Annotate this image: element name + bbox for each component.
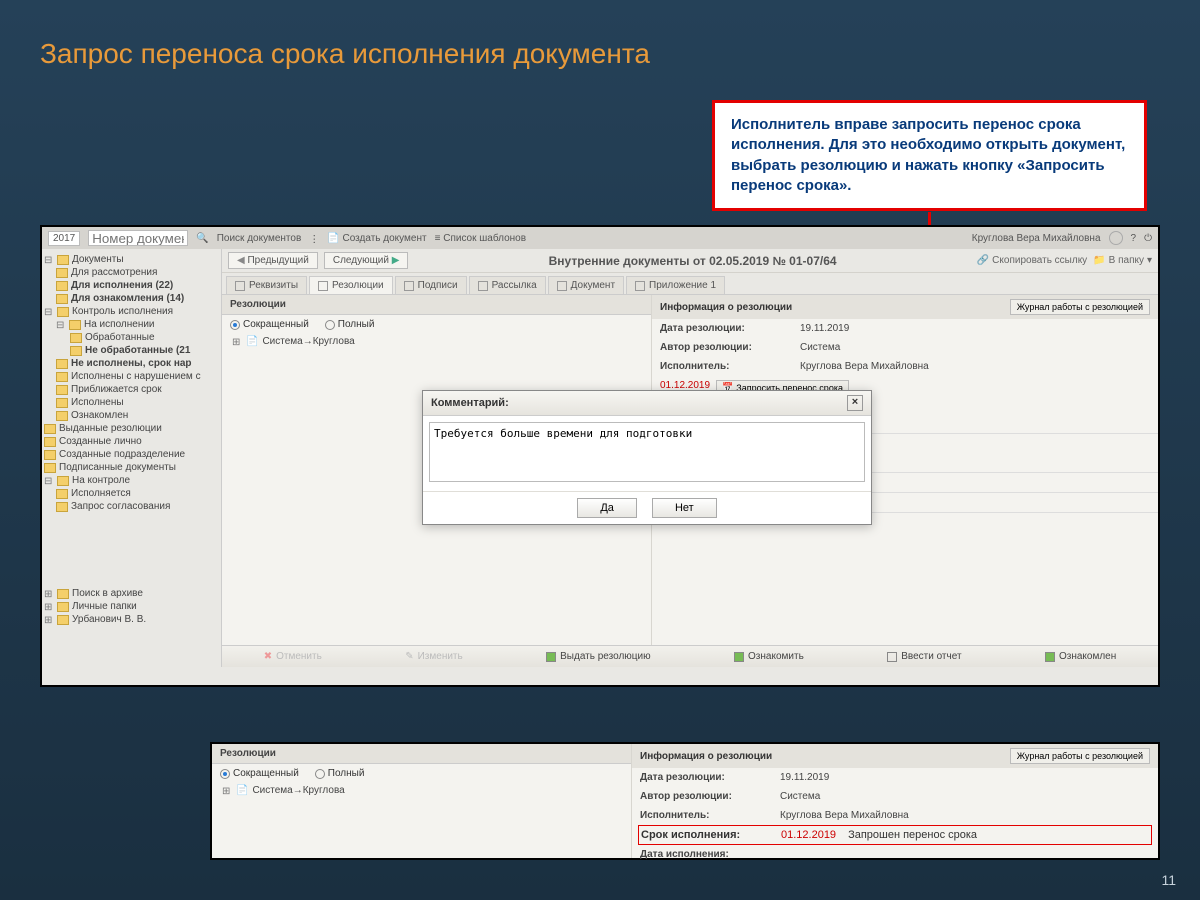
doc-number-input[interactable] [88, 230, 188, 246]
author-label-2: Автор резолюции: [640, 791, 780, 802]
deadline-highlight: Срок исполнения: 01.12.2019 Запрошен пер… [638, 825, 1152, 845]
view-short-radio[interactable]: Сокращенный [230, 319, 309, 330]
exec-date-label: Дата исполнения: [640, 849, 780, 860]
author-label: Автор резолюции: [660, 342, 800, 353]
comment-textarea[interactable] [429, 422, 865, 482]
app-window: 2017 🔍 Поиск документов ︙ 📄 Создать доку… [40, 225, 1160, 687]
acquainted-action[interactable]: Ознакомлен [1045, 651, 1116, 662]
tab-distribution[interactable]: Рассылка [469, 276, 546, 294]
resolutions-header: Резолюции [222, 295, 651, 315]
copy-link-button[interactable]: 🔗 Скопировать ссылку [977, 255, 1087, 266]
tab-attachment-1[interactable]: Приложение 1 [626, 276, 725, 294]
resolution-item-2[interactable]: 📄 Система→Круглова [212, 783, 631, 798]
date-value-2: 19.11.2019 [780, 772, 829, 783]
create-doc-link[interactable]: 📄 Создать документ [327, 233, 426, 244]
cancel-action: ✖Отменить [264, 651, 322, 662]
view-full-radio-2[interactable]: Полный [315, 768, 365, 779]
to-folder-button[interactable]: 📁 В папку ▾ [1093, 255, 1152, 266]
journal-button-2[interactable]: Журнал работы с резолюцией [1010, 748, 1150, 764]
date-label-2: Дата резолюции: [640, 772, 780, 783]
settings-icon[interactable] [1109, 231, 1123, 245]
doc-nav-row: ◀ Предыдущий Следующий ▶ Внутренние доку… [222, 249, 1158, 273]
requested-status: Запрошен перенос срока [848, 829, 977, 841]
view-full-radio[interactable]: Полный [325, 319, 375, 330]
power-icon[interactable]: ⏻ [1144, 233, 1152, 244]
executor-value-2: Круглова Вера Михайловна [780, 810, 909, 821]
tab-signatures[interactable]: Подписи [395, 276, 467, 294]
date-value: 19.11.2019 [800, 323, 849, 334]
deadline-value-2: 01.12.2019 [781, 829, 836, 841]
edit-action: ✎Изменить [405, 651, 463, 662]
year-selector[interactable]: 2017 [48, 231, 80, 246]
prev-button[interactable]: ◀ Предыдущий [228, 252, 318, 269]
author-value-2: Система [780, 791, 820, 802]
tab-document[interactable]: Документ [548, 276, 624, 294]
tab-resolutions[interactable]: Резолюции [309, 276, 393, 294]
resolution-item[interactable]: 📄 Система→Круглова [222, 334, 651, 349]
author-value: Система [800, 342, 840, 353]
executor-value: Круглова Вера Михайловна [800, 361, 929, 372]
comment-dialog: Комментарий: × Да Нет [422, 390, 872, 525]
no-button[interactable]: Нет [652, 498, 717, 518]
info-header-2: Информация о резолюции Журнал работы с р… [632, 744, 1158, 768]
search-docs-link[interactable]: Поиск документов [217, 233, 302, 244]
search-icon[interactable]: 🔍 [196, 233, 208, 244]
doc-tabs: Реквизиты Резолюции Подписи Рассылка Док… [222, 273, 1158, 295]
next-button[interactable]: Следующий ▶ [324, 252, 409, 269]
info-header: Информация о резолюции Журнал работы с р… [652, 295, 1158, 319]
action-bar: ✖Отменить ✎Изменить Выдать резолюцию Озн… [222, 645, 1158, 667]
close-icon[interactable]: × [847, 395, 863, 411]
dialog-title: Комментарий: [431, 397, 509, 409]
deadline-label-2: Срок исполнения: [641, 829, 781, 841]
date-label: Дата резолюции: [660, 323, 800, 334]
resolutions-header-2: Резолюции [212, 744, 631, 764]
page-number: 11 [1161, 872, 1176, 888]
result-panel: Резолюции Сокращенный Полный 📄 Система→К… [210, 742, 1160, 860]
journal-button[interactable]: Журнал работы с резолюцией [1010, 299, 1150, 315]
enter-report-action[interactable]: Ввести отчет [887, 651, 961, 662]
toolbar-separator: ︙ [309, 231, 319, 246]
callout-instructions-top: Исполнитель вправе запросить перенос сро… [712, 100, 1147, 211]
current-user: Круглова Вера Михайловна [972, 233, 1101, 244]
executor-label-2: Исполнитель: [640, 810, 780, 821]
issue-resolution-action[interactable]: Выдать резолюцию [546, 651, 650, 662]
tab-requisites[interactable]: Реквизиты [226, 276, 307, 294]
folder-tree[interactable]: Документы Для рассмотрения Для исполнени… [42, 249, 222, 667]
templates-link[interactable]: ≡ Список шаблонов [435, 233, 526, 244]
view-short-radio-2[interactable]: Сокращенный [220, 768, 299, 779]
yes-button[interactable]: Да [577, 498, 637, 518]
app-topbar: 2017 🔍 Поиск документов ︙ 📄 Создать доку… [42, 227, 1158, 249]
acquaint-action[interactable]: Ознакомить [734, 651, 804, 662]
executor-label: Исполнитель: [660, 361, 800, 372]
help-icon[interactable]: ? [1131, 233, 1137, 244]
doc-title: Внутренние документы от 02.05.2019 № 01-… [414, 254, 970, 268]
slide-title: Запрос переноса срока исполнения докумен… [0, 0, 1200, 70]
dialog-titlebar[interactable]: Комментарий: × [423, 391, 871, 416]
